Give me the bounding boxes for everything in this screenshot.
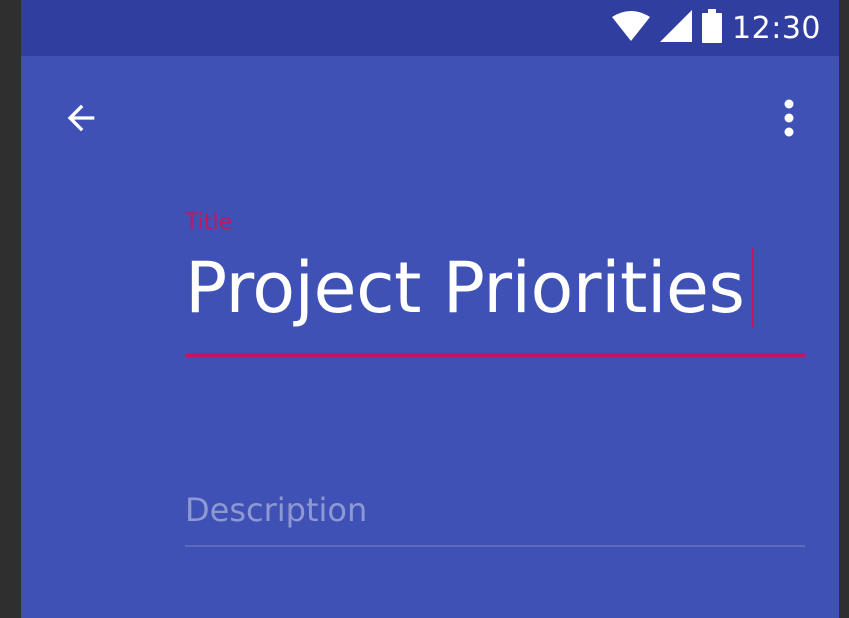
status-icons: 12:30 [612, 0, 821, 56]
status-time: 12:30 [732, 10, 821, 46]
description-input[interactable] [185, 488, 805, 532]
text-cursor [752, 248, 755, 328]
arrow-back-icon [61, 98, 101, 142]
title-input[interactable]: Project Priorities [185, 248, 805, 328]
overflow-menu-button[interactable] [767, 90, 811, 150]
battery-icon [702, 9, 723, 47]
title-value[interactable]: Project Priorities [185, 253, 745, 323]
app-screen: 12:30 Title Project Priorities [21, 0, 839, 618]
description-field[interactable] [185, 488, 805, 532]
title-field[interactable]: Title Project Priorities [185, 212, 805, 328]
status-bar: 12:30 [21, 0, 839, 56]
title-label: Title [185, 210, 233, 235]
cell-signal-icon [660, 10, 693, 46]
title-underline [185, 353, 805, 357]
wifi-icon [612, 11, 651, 45]
toolbar [21, 56, 839, 186]
more-vert-icon [782, 98, 796, 142]
back-button[interactable] [51, 90, 111, 150]
description-underline [185, 545, 805, 547]
